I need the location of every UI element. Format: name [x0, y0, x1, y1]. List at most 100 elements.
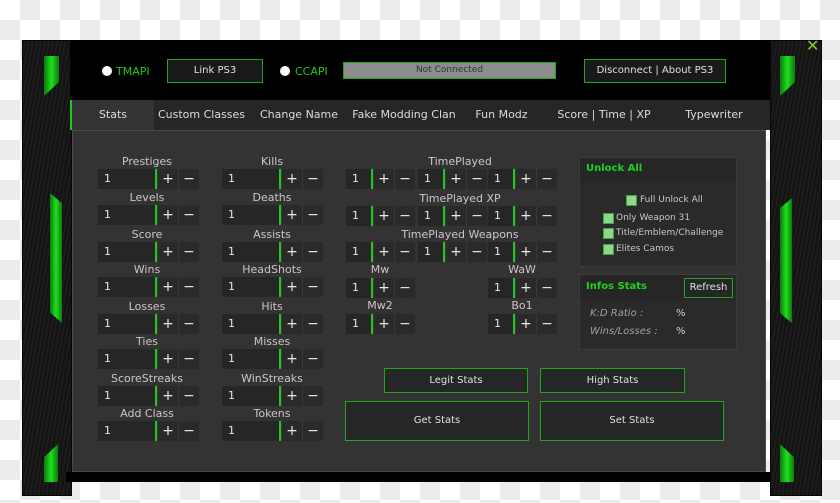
link-ps3-button[interactable]: Link PS3: [167, 59, 263, 83]
plus-button[interactable]: +: [515, 169, 536, 189]
spinner-kills-input[interactable]: 1: [222, 169, 281, 189]
minus-button[interactable]: −: [178, 421, 199, 441]
spinner-mw-input[interactable]: 1: [346, 278, 373, 298]
spinner-timeplayed-weapons-2-input[interactable]: 1: [418, 242, 445, 262]
tmapi-radio[interactable]: [102, 66, 112, 76]
spinner-waw-input[interactable]: 1: [488, 278, 515, 298]
spinner-bo1-input[interactable]: 1: [488, 314, 515, 334]
minus-button[interactable]: −: [536, 314, 557, 334]
plus-button[interactable]: +: [157, 349, 178, 369]
plus-button[interactable]: +: [515, 206, 536, 226]
minus-button[interactable]: −: [178, 386, 199, 406]
tab-fake-modding-clan[interactable]: Fake Modding Clan: [349, 100, 459, 130]
minus-button[interactable]: −: [394, 242, 415, 262]
elites-camos-checkbox[interactable]: [603, 244, 614, 255]
spinner-hits-input[interactable]: 1: [222, 314, 281, 334]
plus-button[interactable]: +: [373, 169, 394, 189]
plus-button[interactable]: +: [373, 242, 394, 262]
plus-button[interactable]: +: [373, 314, 394, 334]
plus-button[interactable]: +: [157, 169, 178, 189]
spinner-timeplayed-1-input[interactable]: 1: [346, 169, 373, 189]
plus-button[interactable]: +: [515, 314, 536, 334]
high-stats-button[interactable]: High Stats: [540, 368, 685, 393]
tab-stats[interactable]: Stats: [70, 100, 154, 130]
legit-stats-button[interactable]: Legit Stats: [384, 368, 528, 393]
minus-button[interactable]: −: [394, 314, 415, 334]
spinner-scorestreaks-input[interactable]: 1: [98, 386, 157, 406]
minus-button[interactable]: −: [178, 169, 199, 189]
minus-button[interactable]: −: [178, 349, 199, 369]
plus-button[interactable]: +: [281, 205, 302, 225]
plus-button[interactable]: +: [157, 205, 178, 225]
spinner-add-class-input[interactable]: 1: [98, 421, 157, 441]
minus-button[interactable]: −: [394, 278, 415, 298]
spinner-misses-input[interactable]: 1: [222, 349, 281, 369]
plus-button[interactable]: +: [157, 314, 178, 334]
minus-button[interactable]: −: [536, 242, 557, 262]
spinner-timeplayed-xp-3-input[interactable]: 1: [488, 206, 515, 226]
minus-button[interactable]: −: [178, 277, 199, 297]
spinner-timeplayed-weapons-1-input[interactable]: 1: [346, 242, 373, 262]
disconnect-about-button[interactable]: Disconnect | About PS3: [584, 59, 726, 83]
spinner-prestiges-input[interactable]: 1: [98, 169, 157, 189]
minus-button[interactable]: −: [466, 169, 487, 189]
minus-button[interactable]: −: [178, 314, 199, 334]
spinner-levels-input[interactable]: 1: [98, 205, 157, 225]
refresh-button[interactable]: Refresh: [684, 278, 733, 298]
spinner-timeplayed-2-input[interactable]: 1: [418, 169, 445, 189]
spinner-deaths-input[interactable]: 1: [222, 205, 281, 225]
tab-custom-classes[interactable]: Custom Classes: [154, 100, 249, 130]
minus-button[interactable]: −: [466, 206, 487, 226]
plus-button[interactable]: +: [281, 421, 302, 441]
minus-button[interactable]: −: [302, 205, 323, 225]
plus-button[interactable]: +: [281, 386, 302, 406]
spinner-score-input[interactable]: 1: [98, 242, 157, 262]
plus-button[interactable]: +: [373, 278, 394, 298]
minus-button[interactable]: −: [302, 386, 323, 406]
get-stats-button[interactable]: Get Stats: [345, 401, 529, 441]
spinner-losses-input[interactable]: 1: [98, 314, 157, 334]
minus-button[interactable]: −: [302, 277, 323, 297]
spinner-wins-input[interactable]: 1: [98, 277, 157, 297]
plus-button[interactable]: +: [515, 278, 536, 298]
plus-button[interactable]: +: [445, 169, 466, 189]
plus-button[interactable]: +: [281, 314, 302, 334]
tab-score-time-xp[interactable]: Score | Time | XP: [544, 100, 664, 130]
spinner-timeplayed-xp-2-input[interactable]: 1: [418, 206, 445, 226]
plus-button[interactable]: +: [281, 277, 302, 297]
plus-button[interactable]: +: [157, 421, 178, 441]
minus-button[interactable]: −: [178, 242, 199, 262]
minus-button[interactable]: −: [178, 205, 199, 225]
minus-button[interactable]: −: [302, 421, 323, 441]
spinner-timeplayed-3-input[interactable]: 1: [488, 169, 515, 189]
tab-typewriter[interactable]: Typewriter: [664, 100, 764, 130]
plus-button[interactable]: +: [445, 242, 466, 262]
spinner-headshots-input[interactable]: 1: [222, 277, 281, 297]
title-emblem-challenge-checkbox[interactable]: [603, 228, 614, 239]
minus-button[interactable]: −: [466, 242, 487, 262]
close-icon[interactable]: ✕: [806, 36, 819, 55]
tab-fun-modz[interactable]: Fun Modz: [459, 100, 544, 130]
minus-button[interactable]: −: [536, 278, 557, 298]
spinner-timeplayed-xp-1-input[interactable]: 1: [346, 206, 373, 226]
spinner-timeplayed-weapons-3-input[interactable]: 1: [488, 242, 515, 262]
full-unlock-checkbox[interactable]: [626, 195, 637, 206]
plus-button[interactable]: +: [281, 242, 302, 262]
minus-button[interactable]: −: [394, 206, 415, 226]
only-weapon-31-checkbox[interactable]: [603, 213, 614, 224]
ccapi-radio[interactable]: [280, 66, 290, 76]
minus-button[interactable]: −: [394, 169, 415, 189]
minus-button[interactable]: −: [536, 169, 557, 189]
plus-button[interactable]: +: [157, 386, 178, 406]
tab-change-name[interactable]: Change Name: [249, 100, 349, 130]
spinner-mw2-input[interactable]: 1: [346, 314, 373, 334]
spinner-tokens-input[interactable]: 1: [222, 421, 281, 441]
minus-button[interactable]: −: [302, 169, 323, 189]
plus-button[interactable]: +: [157, 242, 178, 262]
plus-button[interactable]: +: [281, 169, 302, 189]
minus-button[interactable]: −: [302, 314, 323, 334]
plus-button[interactable]: +: [515, 242, 536, 262]
plus-button[interactable]: +: [373, 206, 394, 226]
plus-button[interactable]: +: [445, 206, 466, 226]
plus-button[interactable]: +: [281, 349, 302, 369]
